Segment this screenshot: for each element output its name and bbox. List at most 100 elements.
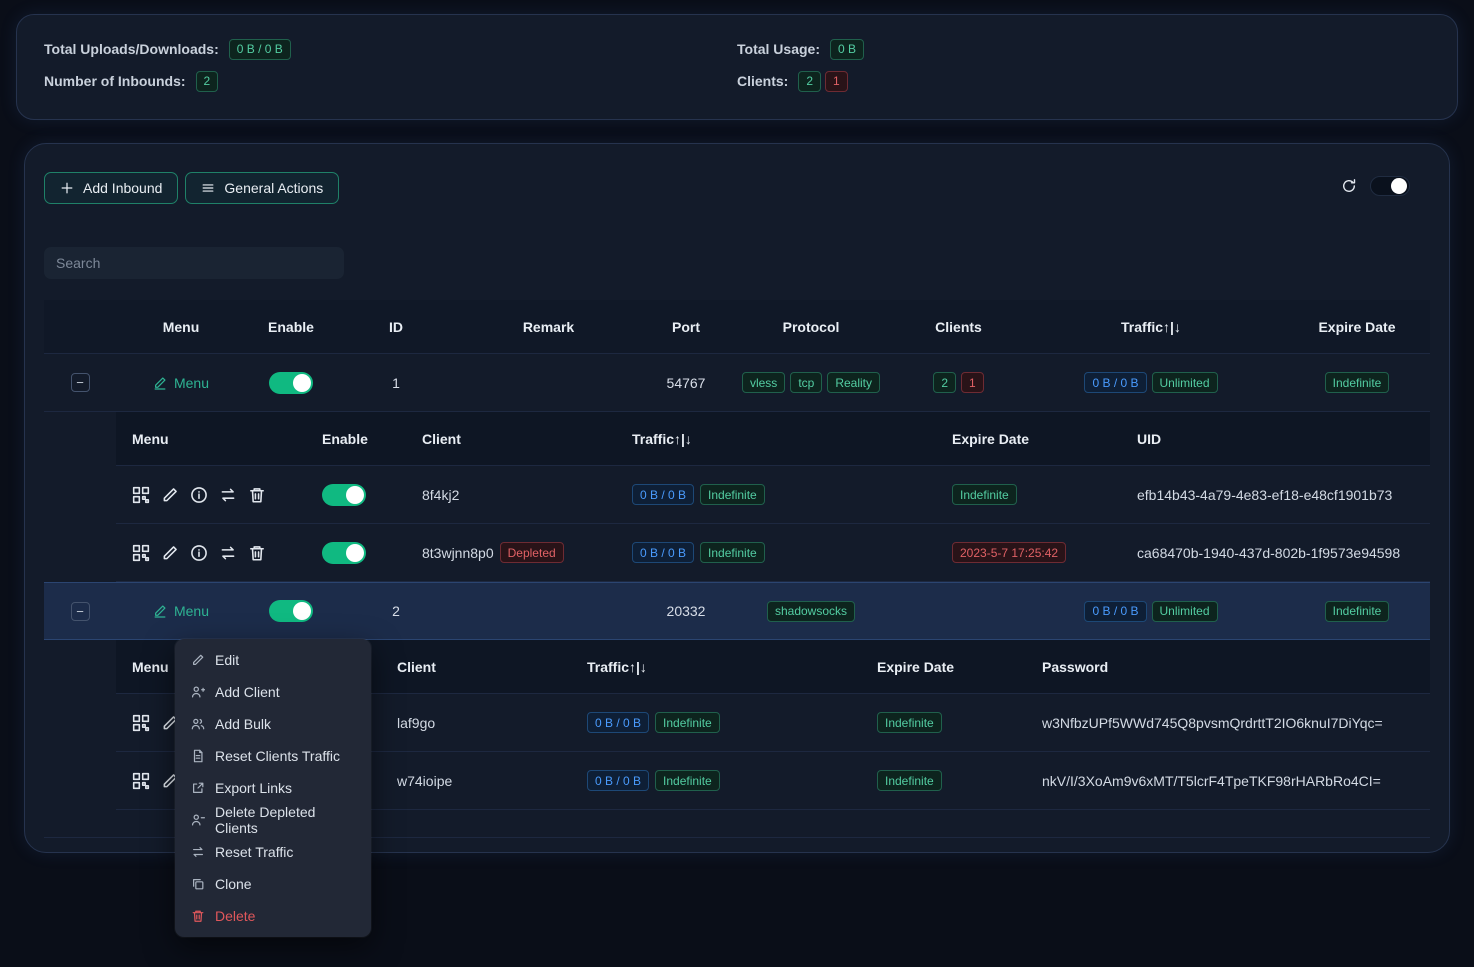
toolbar-right [1341,176,1410,196]
inbound-port: 20332 [641,603,731,619]
refresh-icon[interactable] [1341,178,1357,194]
header-remark: Remark [456,319,641,335]
info-icon[interactable] [190,486,208,504]
edit-pencil-icon [153,376,167,390]
edit-client-icon[interactable] [161,544,179,562]
client-traffic-limit-badge: Indefinite [655,770,720,791]
client-expire-badge: Indefinite [877,712,942,733]
client-header-menu: Menu [116,431,306,447]
expire-badge: Indefinite [1325,372,1390,393]
plus-icon [60,181,74,195]
reset-traffic-icon[interactable] [219,486,237,504]
menu-item-edit[interactable]: Edit [175,644,371,676]
info-icon[interactable] [190,544,208,562]
user-delete-icon [191,813,205,827]
qrcode-icon[interactable] [132,544,150,562]
client-header-client: Client [406,431,616,447]
header-traffic-sort[interactable]: Traffic↑|↓ [1026,319,1276,335]
menu-item-export-links[interactable]: Export Links [175,772,371,804]
clients-depleted-badge: 1 [961,372,984,393]
stat-clients: Clients: 2 1 [737,71,1430,92]
stat-number-of-inbounds: Number of Inbounds: 2 [44,71,737,92]
traffic-badge: 0 B / 0 B [1084,601,1146,622]
header-menu: Menu [116,319,246,335]
stats-card: Total Uploads/Downloads: 0 B / 0 B Total… [16,14,1458,120]
qrcode-icon[interactable] [132,714,150,732]
inbound-menu-trigger[interactable]: Menu [153,603,209,619]
inbound-context-menu: Edit Add Client Add Bulk Reset Clients T… [175,639,371,937]
edit-client-icon[interactable] [161,486,179,504]
user-add-icon [191,685,205,699]
document-icon [191,749,205,763]
search-input[interactable] [44,247,344,279]
inbound-menu-trigger[interactable]: Menu [153,375,209,391]
inbound-row-vless: − Menu 1 54767 vless tcp Reality 2 1 0 [44,354,1430,412]
menu-item-reset-traffic[interactable]: Reset Traffic [175,836,371,868]
menu-item-add-client[interactable]: Add Client [175,676,371,708]
client-row: 8t3wjnn8p0 Depleted 0 B / 0 B Indefinite… [116,524,1430,582]
client-expire-badge: 2023-5-7 17:25:42 [952,542,1066,563]
menu-bars-icon [201,181,215,195]
delete-client-icon[interactable] [248,486,266,504]
inbound-id: 1 [336,375,456,391]
add-inbound-button[interactable]: Add Inbound [44,172,178,204]
stat-uploads-label: Total Uploads/Downloads: [44,41,219,57]
enable-toggle[interactable] [269,372,313,394]
client-header-expire: Expire Date [861,659,1026,675]
header-enable: Enable [246,319,336,335]
menu-item-delete-depleted-clients[interactable]: Delete Depleted Clients [175,804,371,836]
client-expire-badge: Indefinite [877,770,942,791]
menu-item-delete[interactable]: Delete [175,900,371,932]
trash-icon [191,909,205,923]
client-traffic-limit-badge: Indefinite [700,484,765,505]
header-expire-date: Expire Date [1276,319,1438,335]
client-enable-toggle[interactable] [322,484,366,506]
stat-clients-label: Clients: [737,73,788,89]
traffic-limit-badge: Unlimited [1152,372,1218,393]
header-id: ID [336,319,456,335]
enable-toggle[interactable] [269,600,313,622]
qrcode-icon[interactable] [132,772,150,790]
delete-client-icon[interactable] [248,544,266,562]
client-table-vless-header: Menu Enable Client Traffic↑|↓ Expire Dat… [116,412,1430,466]
copy-icon [191,877,205,891]
export-icon [191,781,205,795]
client-password: nkV/I/3XoAm9v6xMT/T5lcrF4TpeTKF98rHARbRo… [1026,773,1438,789]
general-actions-button[interactable]: General Actions [185,172,339,204]
stat-clients-depleted: 1 [825,71,848,92]
header-protocol: Protocol [731,319,891,335]
toolbar: Add Inbound General Actions [44,172,1430,204]
reset-traffic-icon[interactable] [219,544,237,562]
client-traffic-badge: 0 B / 0 B [632,542,694,563]
inbounds-table-header: Menu Enable ID Remark Port Protocol Clie… [44,300,1430,354]
stat-total-uploads-downloads: Total Uploads/Downloads: 0 B / 0 B [44,39,737,60]
client-traffic-limit-badge: Indefinite [700,542,765,563]
client-row: 8f4kj2 0 B / 0 B Indefinite Indefinite e… [116,466,1430,524]
client-traffic-badge: 0 B / 0 B [587,712,649,733]
client-header-traffic-sort[interactable]: Traffic↑|↓ [616,431,936,447]
client-header-password: Password [1026,659,1438,675]
theme-toggle[interactable] [1370,176,1410,196]
qrcode-icon[interactable] [132,486,150,504]
expire-badge: Indefinite [1325,601,1390,622]
stat-clients-active: 2 [798,71,821,92]
client-name: laf9go [381,715,571,731]
menu-item-add-bulk[interactable]: Add Bulk [175,708,371,740]
protocol-badge: vless [742,372,785,393]
clients-active-badge: 2 [933,372,956,393]
client-uid: ca68470b-1940-437d-802b-1f9573e94598 [1121,545,1438,561]
stat-usage-label: Total Usage: [737,41,820,57]
client-header-traffic-sort[interactable]: Traffic↑|↓ [571,659,861,675]
security-badge: Reality [827,372,880,393]
client-enable-toggle[interactable] [322,542,366,564]
menu-item-clone[interactable]: Clone [175,868,371,900]
menu-item-reset-clients-traffic[interactable]: Reset Clients Traffic [175,740,371,772]
protocol-badge: shadowsocks [767,601,855,622]
client-traffic-badge: 0 B / 0 B [632,484,694,505]
client-header-uid: UID [1121,431,1438,447]
collapse-row-button[interactable]: − [71,373,90,392]
client-expire-badge: Indefinite [952,484,1017,505]
collapse-row-button[interactable]: − [71,602,90,621]
client-traffic-badge: 0 B / 0 B [587,770,649,791]
client-traffic-limit-badge: Indefinite [655,712,720,733]
